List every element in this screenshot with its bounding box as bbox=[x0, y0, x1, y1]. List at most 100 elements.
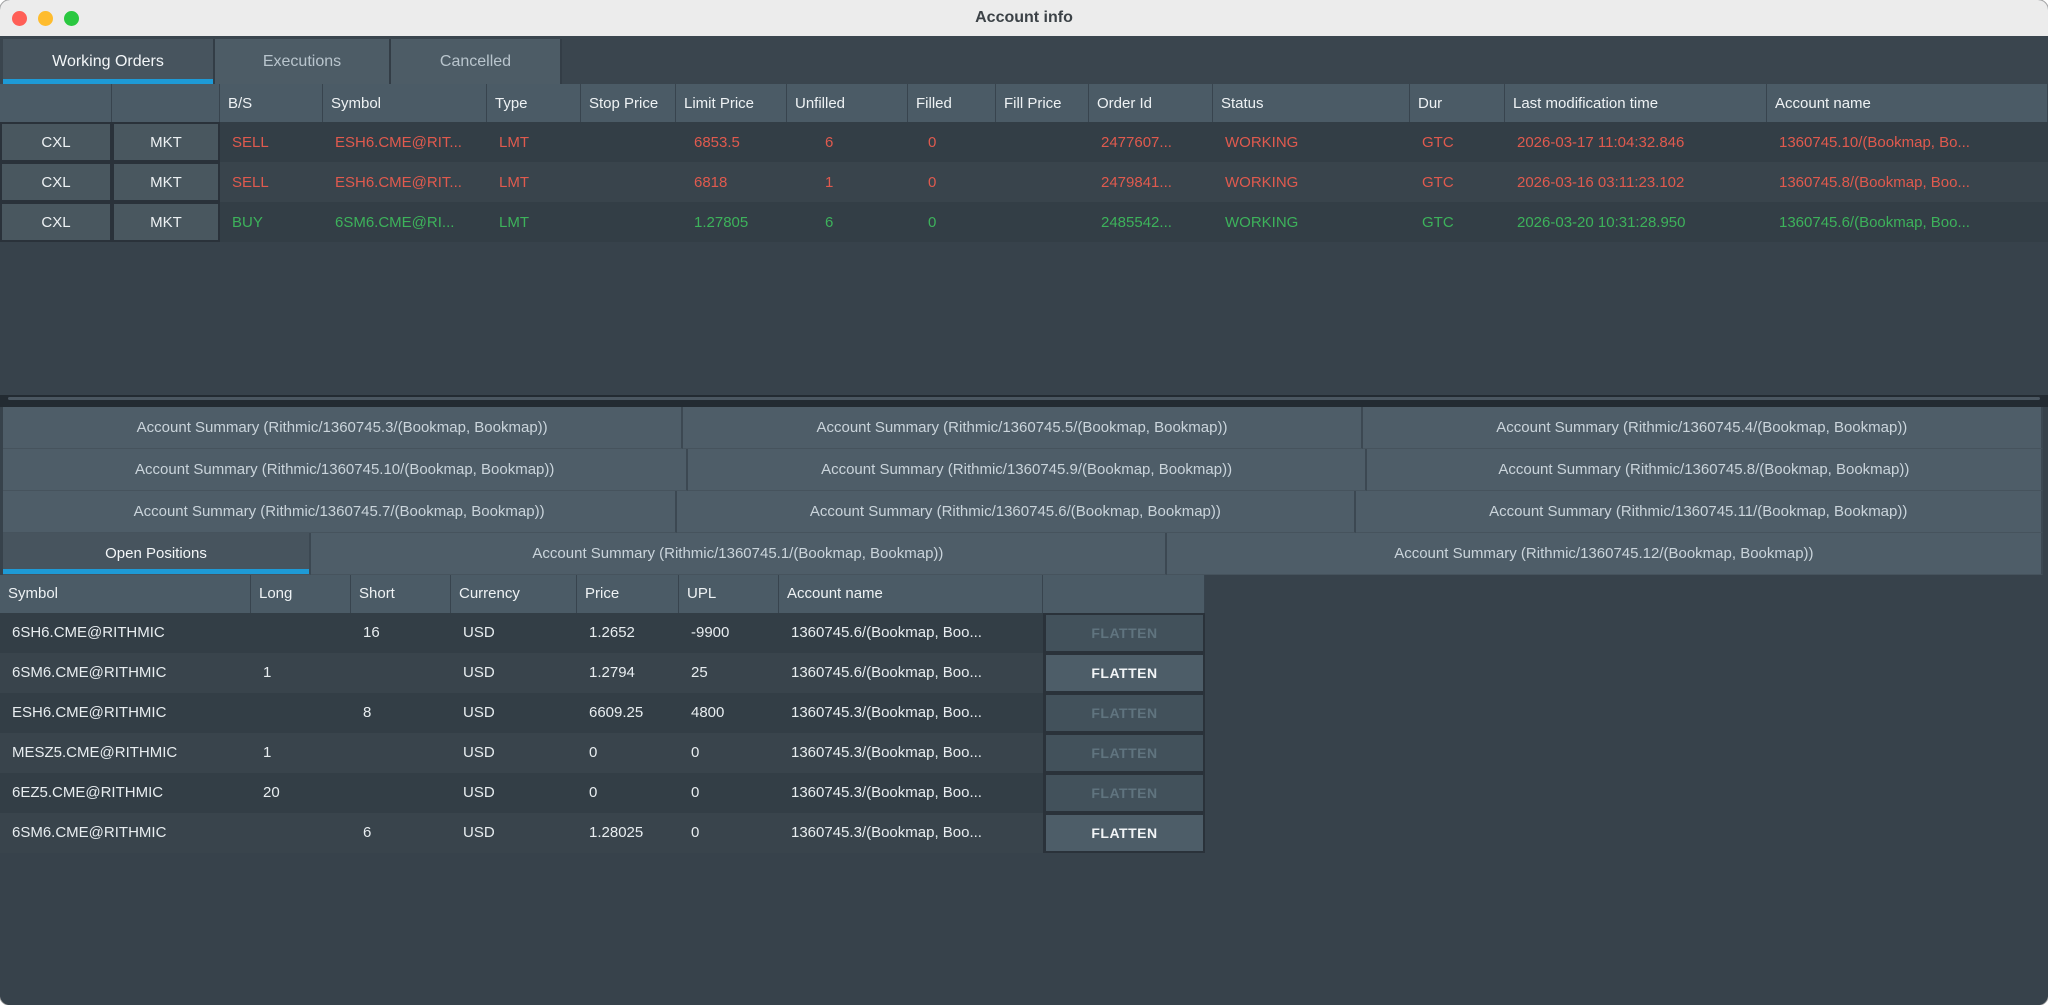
positions-header-currency[interactable]: Currency bbox=[451, 575, 577, 613]
positions-table-header: SymbolLongShortCurrencyPriceUPLAccount n… bbox=[0, 575, 1205, 613]
order-cell-unfilled: 6 bbox=[787, 202, 908, 242]
position-cell-short: 16 bbox=[351, 613, 451, 653]
cxl-button[interactable]: CXL bbox=[2, 204, 110, 240]
positions-header-price[interactable]: Price bbox=[577, 575, 679, 613]
positions-table-body: 6SH6.CME@RITHMIC16USD1.2652-99001360745.… bbox=[0, 613, 1205, 853]
order-cell-fill_price bbox=[996, 202, 1089, 242]
position-cell-long bbox=[251, 693, 351, 733]
close-button[interactable] bbox=[12, 11, 27, 26]
panel-splitter[interactable] bbox=[0, 395, 2048, 407]
flatten-button: FLATTEN bbox=[1046, 615, 1203, 651]
position-cell-symbol: 6SM6.CME@RITHMIC bbox=[0, 653, 251, 693]
order-cell-filled: 0 bbox=[908, 122, 996, 162]
orders-header-blank-0[interactable] bbox=[0, 84, 112, 122]
tab-executions[interactable]: Executions bbox=[215, 39, 391, 84]
position-cell-upl: 25 bbox=[679, 653, 779, 693]
order-cell-last_mod: 2026-03-16 03:11:23.102 bbox=[1505, 162, 1767, 202]
orders-header-filled[interactable]: Filled bbox=[908, 84, 996, 122]
order-cell-status: WORKING bbox=[1213, 202, 1410, 242]
orders-header-type[interactable]: Type bbox=[487, 84, 581, 122]
orders-header-last-modification-time[interactable]: Last modification time bbox=[1505, 84, 1767, 122]
mkt-button[interactable]: MKT bbox=[114, 164, 218, 200]
order-cell-order_id: 2485542... bbox=[1089, 202, 1213, 242]
mkt-button[interactable]: MKT bbox=[114, 124, 218, 160]
orders-header-symbol[interactable]: Symbol bbox=[323, 84, 487, 122]
bottom-empty-area bbox=[0, 853, 2048, 1005]
orders-header-b-s[interactable]: B/S bbox=[220, 84, 323, 122]
order-cell-stop bbox=[581, 122, 676, 162]
tab-account-summary-rithmic-1360745-5-bookmap-bookmap[interactable]: Account Summary (Rithmic/1360745.5/(Book… bbox=[683, 407, 1362, 449]
order-cell-symbol: 6SM6.CME@RI... bbox=[323, 202, 487, 242]
order-cell-fill_price bbox=[996, 122, 1089, 162]
orders-header-account-name[interactable]: Account name bbox=[1767, 84, 2048, 122]
tab-account-summary-rithmic-1360745-12-bookmap-bookmap[interactable]: Account Summary (Rithmic/1360745.12/(Boo… bbox=[1167, 533, 2043, 575]
order-cell-order_id: 2477607... bbox=[1089, 122, 1213, 162]
order-mkt-cell: MKT bbox=[112, 122, 220, 162]
positions-header-account-name[interactable]: Account name bbox=[779, 575, 1043, 613]
order-cell-status: WORKING bbox=[1213, 162, 1410, 202]
summary-tab-row: Account Summary (Rithmic/1360745.3/(Book… bbox=[3, 407, 2043, 449]
tab-working-orders[interactable]: Working Orders bbox=[3, 39, 215, 84]
order-cell-stop bbox=[581, 202, 676, 242]
orders-tab-bar: Working OrdersExecutionsCancelled bbox=[0, 36, 2048, 84]
tab-account-summary-rithmic-1360745-4-bookmap-bookmap[interactable]: Account Summary (Rithmic/1360745.4/(Book… bbox=[1363, 407, 2043, 449]
tab-cancelled[interactable]: Cancelled bbox=[391, 39, 562, 84]
mkt-button[interactable]: MKT bbox=[114, 204, 218, 240]
tab-account-summary-rithmic-1360745-9-bookmap-bookmap[interactable]: Account Summary (Rithmic/1360745.9/(Book… bbox=[688, 449, 1366, 491]
tab-account-summary-rithmic-1360745-8-bookmap-bookmap[interactable]: Account Summary (Rithmic/1360745.8/(Book… bbox=[1367, 449, 2043, 491]
positions-header-flatten-blank[interactable] bbox=[1043, 575, 1205, 613]
tab-account-summary-rithmic-1360745-6-bookmap-bookmap[interactable]: Account Summary (Rithmic/1360745.6/(Book… bbox=[677, 491, 1355, 533]
position-cell-price: 0 bbox=[577, 733, 679, 773]
position-flatten-cell: FLATTEN bbox=[1043, 693, 1205, 733]
order-cell-order_id: 2479841... bbox=[1089, 162, 1213, 202]
tab-account-summary-rithmic-1360745-10-bookmap-bookmap[interactable]: Account Summary (Rithmic/1360745.10/(Boo… bbox=[3, 449, 688, 491]
tab-account-summary-rithmic-1360745-1-bookmap-bookmap[interactable]: Account Summary (Rithmic/1360745.1/(Book… bbox=[311, 533, 1167, 575]
tab-account-summary-rithmic-1360745-7-bookmap-bookmap[interactable]: Account Summary (Rithmic/1360745.7/(Book… bbox=[3, 491, 677, 533]
account-info-window: Account info Working OrdersExecutionsCan… bbox=[0, 0, 2048, 1005]
order-cell-limit: 1.27805 bbox=[676, 202, 787, 242]
positions-header-long[interactable]: Long bbox=[251, 575, 351, 613]
position-cell-price: 0 bbox=[577, 773, 679, 813]
order-cell-last_mod: 2026-03-17 11:04:32.846 bbox=[1505, 122, 1767, 162]
orders-header-blank-1[interactable] bbox=[112, 84, 220, 122]
orders-header-order-id[interactable]: Order Id bbox=[1089, 84, 1213, 122]
positions-header-symbol[interactable]: Symbol bbox=[0, 575, 251, 613]
position-cell-price: 6609.25 bbox=[577, 693, 679, 733]
order-cell-dur: GTC bbox=[1410, 122, 1505, 162]
positions-header-upl[interactable]: UPL bbox=[679, 575, 779, 613]
tab-open-positions[interactable]: Open Positions bbox=[3, 533, 311, 575]
order-cell-unfilled: 6 bbox=[787, 122, 908, 162]
orders-header-unfilled[interactable]: Unfilled bbox=[787, 84, 908, 122]
flatten-button[interactable]: FLATTEN bbox=[1046, 655, 1203, 691]
flatten-button[interactable]: FLATTEN bbox=[1046, 815, 1203, 851]
tab-account-summary-rithmic-1360745-3-bookmap-bookmap[interactable]: Account Summary (Rithmic/1360745.3/(Book… bbox=[3, 407, 683, 449]
orders-header-status[interactable]: Status bbox=[1213, 84, 1410, 122]
position-cell-short: 6 bbox=[351, 813, 451, 853]
orders-header-dur[interactable]: Dur bbox=[1410, 84, 1505, 122]
orders-header-fill-price[interactable]: Fill Price bbox=[996, 84, 1089, 122]
cxl-button[interactable]: CXL bbox=[2, 124, 110, 160]
splitter-grip-icon bbox=[8, 397, 2040, 400]
flatten-button: FLATTEN bbox=[1046, 735, 1203, 771]
zoom-button[interactable] bbox=[64, 11, 79, 26]
orders-header-limit-price[interactable]: Limit Price bbox=[676, 84, 787, 122]
positions-header-short[interactable]: Short bbox=[351, 575, 451, 613]
window-title: Account info bbox=[0, 9, 2048, 27]
order-mkt-cell: MKT bbox=[112, 162, 220, 202]
position-cell-currency: USD bbox=[451, 813, 577, 853]
summary-tab-row: Account Summary (Rithmic/1360745.10/(Boo… bbox=[3, 449, 2043, 491]
position-row: 6EZ5.CME@RITHMIC20USD001360745.3/(Bookma… bbox=[0, 773, 1205, 813]
position-cell-short bbox=[351, 773, 451, 813]
position-cell-price: 1.2794 bbox=[577, 653, 679, 693]
orders-header-stop-price[interactable]: Stop Price bbox=[581, 84, 676, 122]
order-cell-filled: 0 bbox=[908, 202, 996, 242]
minimize-button[interactable] bbox=[38, 11, 53, 26]
order-cell-side: BUY bbox=[220, 202, 323, 242]
tab-account-summary-rithmic-1360745-11-bookmap-bookmap[interactable]: Account Summary (Rithmic/1360745.11/(Boo… bbox=[1356, 491, 2043, 533]
position-cell-currency: USD bbox=[451, 613, 577, 653]
summary-tab-row: Account Summary (Rithmic/1360745.7/(Book… bbox=[3, 491, 2043, 533]
account-summary-tab-rows: Account Summary (Rithmic/1360745.3/(Book… bbox=[0, 407, 2048, 575]
cxl-button[interactable]: CXL bbox=[2, 164, 110, 200]
position-cell-upl: 0 bbox=[679, 813, 779, 853]
position-flatten-cell: FLATTEN bbox=[1043, 653, 1205, 693]
